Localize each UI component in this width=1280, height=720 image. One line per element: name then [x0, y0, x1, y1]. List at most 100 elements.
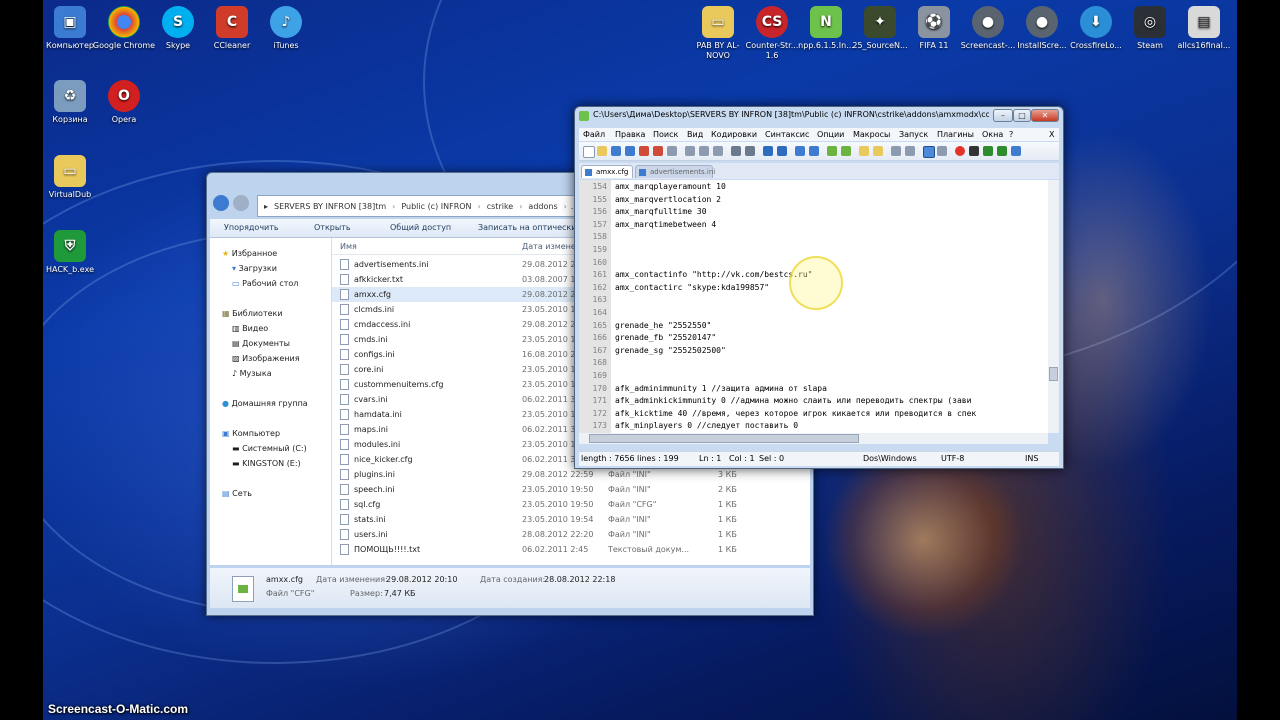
- menu-file[interactable]: Файл: [583, 130, 605, 139]
- find-icon[interactable]: [763, 146, 773, 156]
- column-header-name[interactable]: Имя: [340, 242, 357, 251]
- code-line[interactable]: afk_adminimmunity 1 //защита админа от s…: [615, 383, 827, 395]
- nav-drive-c[interactable]: ▬ Системный (C:): [232, 443, 307, 455]
- menu-plugins[interactable]: Плагины: [937, 130, 974, 139]
- nav-favorites[interactable]: ★ Избранное: [222, 248, 277, 260]
- nav-music[interactable]: ♪ Музыка: [232, 368, 272, 380]
- udl-icon[interactable]: [905, 146, 915, 156]
- menu-window[interactable]: Окна: [982, 130, 1003, 139]
- run-macro-multiple-icon[interactable]: [997, 146, 1007, 156]
- address-bar[interactable]: ▸ SERVERS BY INFRON [38]tm › Public (c) …: [257, 195, 583, 217]
- burn-button[interactable]: Записать на оптический: [478, 223, 582, 232]
- nav-desktop[interactable]: ▭ Рабочий стол: [232, 278, 298, 290]
- code-line[interactable]: grenade_sg "2552502500": [615, 345, 726, 357]
- code-line[interactable]: amx_marqtimebetween 4: [615, 219, 716, 231]
- code-line[interactable]: afk_adminkickimmunity 0 //админа можно с…: [615, 395, 971, 407]
- all-chars-icon[interactable]: [873, 146, 883, 156]
- nav-video[interactable]: ▥ Видео: [232, 323, 268, 335]
- menu-options[interactable]: Опции: [817, 130, 844, 139]
- desktop-icon-virtualdub[interactable]: ▭ VirtualDub: [38, 155, 102, 200]
- code-line[interactable]: amx_marqvertlocation 2: [615, 194, 721, 206]
- breadcrumb-item[interactable]: SERVERS BY INFRON [38]tm: [274, 202, 386, 211]
- nav-pictures[interactable]: ▨ Изображения: [232, 353, 300, 365]
- zoom-in-icon[interactable]: [795, 146, 805, 156]
- code-line[interactable]: grenade_he "2552550": [615, 320, 711, 332]
- redo-icon[interactable]: [745, 146, 755, 156]
- scrollbar-thumb[interactable]: [1049, 367, 1058, 381]
- close-button[interactable]: ✕: [1031, 109, 1059, 122]
- scrollbar-thumb[interactable]: [589, 434, 859, 443]
- code-line[interactable]: amx_marqfulltime 30: [615, 206, 707, 218]
- nav-drive-e[interactable]: ▬ KINGSTON (E:): [232, 458, 301, 470]
- tab-amxx-cfg[interactable]: amxx.cfg: [581, 165, 633, 178]
- file-row[interactable]: users.ini 28.08.2012 22:20 Файл "INI" 1 КБ: [332, 527, 810, 542]
- copy-icon[interactable]: [699, 146, 709, 156]
- breadcrumb-item[interactable]: Public (c) INFRON: [401, 202, 471, 211]
- desktop-icon-allcs16[interactable]: ▤ allcs16final...: [1172, 6, 1236, 51]
- desktop-icon-hack[interactable]: ⛨ HACK_b.exe: [38, 230, 102, 275]
- save-macro-icon[interactable]: [1011, 146, 1021, 156]
- nav-computer[interactable]: ▣ Компьютер: [222, 428, 280, 440]
- vertical-scrollbar[interactable]: [1048, 180, 1059, 433]
- nav-documents[interactable]: ▤ Документы: [232, 338, 290, 350]
- code-line[interactable]: amx_contactirc "skype:kda199857": [615, 282, 769, 294]
- record-macro-icon[interactable]: [955, 146, 965, 156]
- nav-homegroup[interactable]: ● Домашняя группа: [222, 398, 308, 410]
- nav-downloads[interactable]: ▾ Загрузки: [232, 263, 277, 275]
- zoom-out-icon[interactable]: [809, 146, 819, 156]
- tab-advertisements-ini[interactable]: advertisements.ini: [635, 165, 715, 178]
- menu-macros[interactable]: Макросы: [853, 130, 890, 139]
- save-icon[interactable]: [611, 146, 621, 156]
- menu-edit[interactable]: Правка: [615, 130, 645, 139]
- share-button[interactable]: Общий доступ: [390, 223, 451, 232]
- menu-run[interactable]: Запуск: [899, 130, 928, 139]
- paste-icon[interactable]: [713, 146, 723, 156]
- close-file-icon[interactable]: [639, 146, 649, 156]
- organize-button[interactable]: Упорядочить: [224, 223, 279, 232]
- print-icon[interactable]: [667, 146, 677, 156]
- function-list-icon[interactable]: [937, 146, 947, 156]
- play-macro-icon[interactable]: [983, 146, 993, 156]
- doc-map-icon[interactable]: [923, 146, 935, 158]
- code-line[interactable]: amx_marqplayeramount 10: [615, 181, 726, 193]
- file-row[interactable]: stats.ini 23.05.2010 19:54 Файл "INI" 1 КБ: [332, 512, 810, 527]
- editor[interactable]: 154 amx_marqplayeramount 10 155 amx_marqver…: [579, 180, 1048, 433]
- sync-h-icon[interactable]: [841, 146, 851, 156]
- open-button[interactable]: Открыть: [314, 223, 351, 232]
- save-all-icon[interactable]: [625, 146, 635, 156]
- sync-v-icon[interactable]: [827, 146, 837, 156]
- menu-help[interactable]: ?: [1009, 130, 1013, 139]
- forward-button[interactable]: [233, 195, 249, 211]
- minimize-button[interactable]: –: [993, 109, 1013, 122]
- notepad-plus-plus-window[interactable]: C:\Users\Дима\Desktop\SERVERS BY INFRON …: [574, 106, 1064, 469]
- file-row[interactable]: ПОМОЩЬ!!!!.txt 06.02.2011 2:45 Текстовый д…: [332, 542, 810, 557]
- undo-icon[interactable]: [731, 146, 741, 156]
- cut-icon[interactable]: [685, 146, 695, 156]
- column-header-date[interactable]: Дата изменен: [522, 242, 581, 251]
- file-row[interactable]: sql.cfg 23.05.2010 19:50 Файл "CFG" 1 КБ: [332, 497, 810, 512]
- code-line[interactable]: afk_minplayers 0 //следует поставить 0: [615, 420, 798, 432]
- indent-guide-icon[interactable]: [891, 146, 901, 156]
- back-button[interactable]: [213, 195, 229, 211]
- code-line[interactable]: afk_kicktime 40 //время, через которое и…: [615, 408, 976, 420]
- file-row[interactable]: plugins.ini 29.08.2012 22:59 Файл "INI" 3 К…: [332, 467, 810, 482]
- menu-encoding[interactable]: Кодировки: [711, 130, 757, 139]
- nav-libraries[interactable]: ▦ Библиотеки: [222, 308, 283, 320]
- desktop-icon-itunes[interactable]: ♪ iTunes: [254, 6, 318, 51]
- stop-macro-icon[interactable]: [969, 146, 979, 156]
- code-line[interactable]: grenade_fb "25520147": [615, 332, 716, 344]
- nav-network[interactable]: ▤ Сеть: [222, 488, 252, 500]
- new-file-icon[interactable]: [583, 146, 595, 158]
- code-line[interactable]: amx_contactinfo "http://vk.com/bestcs.ru…: [615, 269, 812, 281]
- replace-icon[interactable]: [777, 146, 787, 156]
- desktop-icon-opera[interactable]: O Opera: [92, 80, 156, 125]
- maximize-button[interactable]: □: [1013, 109, 1031, 122]
- wrap-icon[interactable]: [859, 146, 869, 156]
- menu-view[interactable]: Вид: [687, 130, 703, 139]
- menu-search[interactable]: Поиск: [653, 130, 678, 139]
- horizontal-scrollbar[interactable]: [579, 433, 1048, 444]
- breadcrumb-item[interactable]: cstrike: [487, 202, 513, 211]
- menu-syntax[interactable]: Синтаксис: [765, 130, 809, 139]
- breadcrumb-item[interactable]: addons: [528, 202, 557, 211]
- menu-close-doc[interactable]: X: [1049, 130, 1054, 139]
